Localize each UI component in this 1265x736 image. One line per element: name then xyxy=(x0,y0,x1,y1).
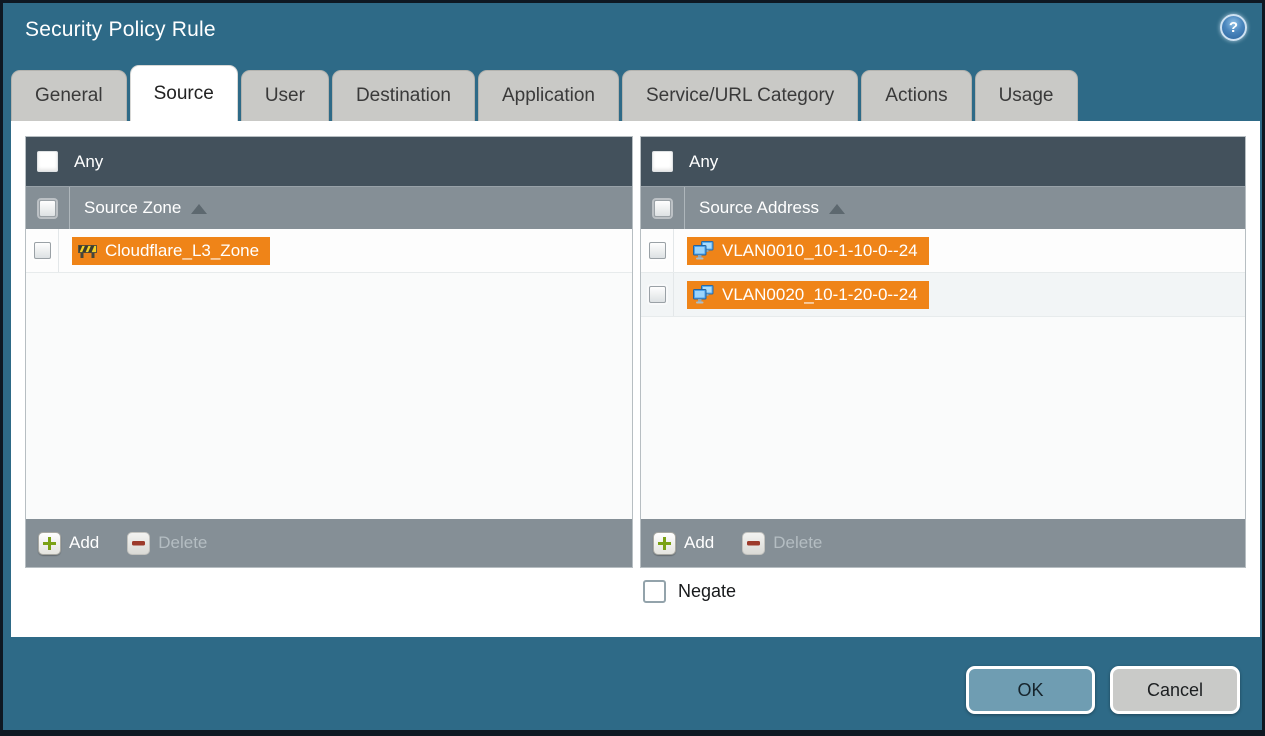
source-zone-any-row: Any xyxy=(26,137,632,186)
source-zone-select-all-checkbox[interactable] xyxy=(39,199,56,217)
tab-user[interactable]: User xyxy=(240,70,329,121)
source-address-footer: Add Delete xyxy=(641,519,1245,567)
delete-label: Delete xyxy=(158,533,208,552)
column-divider xyxy=(69,186,70,230)
tab-service-url-category[interactable]: Service/URL Category xyxy=(621,70,859,121)
source-address-column-label: Source Address xyxy=(699,198,820,217)
column-divider xyxy=(684,186,685,230)
source-zone-list: Cloudflare_L3_Zone xyxy=(26,229,632,519)
ok-button[interactable]: OK xyxy=(966,666,1095,714)
add-label: Add xyxy=(69,533,100,552)
address-object-chip[interactable]: VLAN0010_10-1-10-0--24 xyxy=(687,236,929,265)
tab-source[interactable]: Source xyxy=(129,65,238,121)
source-address-any-checkbox[interactable] xyxy=(652,151,673,172)
tab-application[interactable]: Application xyxy=(478,70,619,121)
tab-general[interactable]: General xyxy=(11,70,127,121)
row-checkbox[interactable] xyxy=(648,242,666,259)
add-button[interactable]: Add xyxy=(653,531,715,555)
source-zone-panel: Any Source Zone Cloudflare_L3_Zone Add D… xyxy=(25,136,633,568)
source-tab-content: Any Source Zone Cloudflare_L3_Zone Add D… xyxy=(11,121,1260,637)
delete-label: Delete xyxy=(773,533,823,552)
source-address-any-label: Any xyxy=(689,151,719,171)
source-zone-column-label: Source Zone xyxy=(84,198,182,217)
minus-icon xyxy=(742,531,766,555)
cancel-button[interactable]: Cancel xyxy=(1110,666,1240,714)
address-name: VLAN0010_10-1-10-0--24 xyxy=(722,240,918,260)
sort-ascending-icon[interactable] xyxy=(191,204,208,214)
source-zone-column-header[interactable]: Source Zone xyxy=(26,186,632,230)
address-name: VLAN0020_10-1-20-0--24 xyxy=(722,284,918,304)
sort-ascending-icon[interactable] xyxy=(829,204,846,214)
source-zone-any-label: Any xyxy=(74,151,104,171)
source-zone-any-checkbox[interactable] xyxy=(37,151,58,172)
tab-actions[interactable]: Actions xyxy=(861,70,972,121)
add-label: Add xyxy=(684,533,715,552)
row-checkbox-cell xyxy=(641,229,674,272)
address-icon xyxy=(693,241,714,260)
negate-option: Negate xyxy=(643,580,736,603)
source-address-column-header[interactable]: Source Address xyxy=(641,186,1245,230)
source-address-any-row: Any xyxy=(641,137,1245,186)
table-row[interactable]: VLAN0010_10-1-10-0--24 xyxy=(641,229,1245,273)
zone-object-chip[interactable]: Cloudflare_L3_Zone xyxy=(72,236,271,265)
add-button[interactable]: Add xyxy=(38,531,100,555)
source-address-panel: Any Source Address VLAN0010_10-1-10-0--2… xyxy=(640,136,1246,568)
delete-button[interactable]: Delete xyxy=(742,531,823,555)
help-icon[interactable]: ? xyxy=(1220,14,1247,41)
plus-icon xyxy=(38,531,61,555)
tab-usage[interactable]: Usage xyxy=(974,70,1078,121)
source-zone-footer: Add Delete xyxy=(26,519,632,567)
tab-destination[interactable]: Destination xyxy=(331,70,475,121)
row-checkbox-cell xyxy=(26,229,59,272)
address-object-chip[interactable]: VLAN0020_10-1-20-0--24 xyxy=(687,280,929,309)
minus-icon xyxy=(127,531,151,555)
address-icon xyxy=(693,285,714,304)
zone-name: Cloudflare_L3_Zone xyxy=(105,240,260,260)
row-checkbox[interactable] xyxy=(648,286,666,303)
plus-icon xyxy=(653,531,676,555)
table-row[interactable]: VLAN0020_10-1-20-0--24 xyxy=(641,273,1245,317)
tab-bar: General Source User Destination Applicat… xyxy=(11,65,1254,121)
zone-icon xyxy=(78,245,97,258)
source-address-list: VLAN0010_10-1-10-0--24 VLAN0020_10-1-20-… xyxy=(641,229,1245,519)
delete-button[interactable]: Delete xyxy=(127,531,208,555)
row-checkbox-cell xyxy=(641,273,674,316)
negate-label: Negate xyxy=(678,581,737,601)
dialog-title: Security Policy Rule xyxy=(25,18,216,41)
table-row[interactable]: Cloudflare_L3_Zone xyxy=(26,229,632,273)
negate-checkbox[interactable] xyxy=(643,580,666,603)
row-checkbox[interactable] xyxy=(33,242,51,259)
source-address-select-all-checkbox[interactable] xyxy=(654,199,671,217)
security-policy-rule-dialog: Security Policy Rule ? General Source Us… xyxy=(0,0,1265,736)
